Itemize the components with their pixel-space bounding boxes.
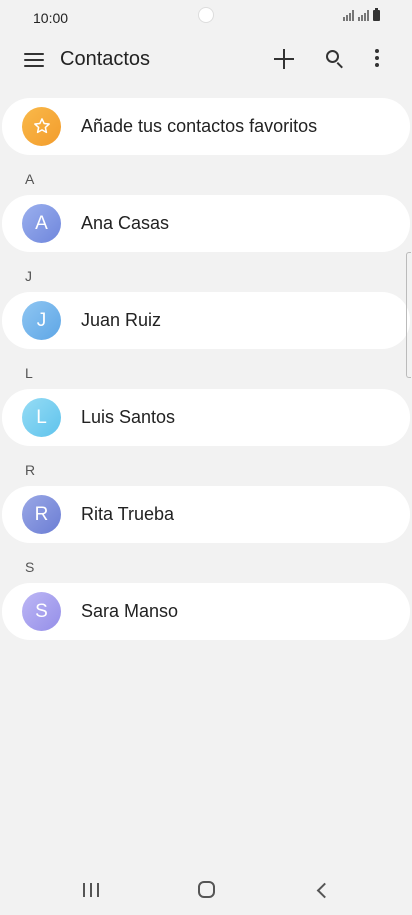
contact-item[interactable]: R Rita Trueba (2, 486, 410, 543)
star-icon (33, 118, 50, 134)
signal-icon-2 (358, 10, 369, 21)
section-header-r: R (25, 462, 36, 478)
navigation-bar (0, 859, 412, 915)
favorites-label: Añade tus contactos favoritos (81, 116, 318, 136)
contact-name: Ana Casas (81, 213, 170, 233)
signal-icon (343, 10, 354, 21)
contact-item[interactable]: J Juan Ruiz (2, 292, 410, 349)
status-icons (343, 8, 380, 21)
contact-avatar: S (22, 592, 61, 631)
contact-avatar: A (22, 204, 61, 243)
section-header-l: L (25, 365, 33, 381)
contact-item[interactable]: S Sara Manso (2, 583, 410, 640)
favorites-avatar (22, 107, 61, 146)
home-icon[interactable] (198, 881, 215, 898)
contact-item[interactable]: A Ana Casas (2, 195, 410, 252)
fast-scroll-handle[interactable] (406, 252, 411, 378)
page-title: Contactos (60, 48, 151, 70)
section-header-s: S (25, 559, 35, 575)
front-camera (199, 8, 213, 22)
add-contact-icon[interactable] (272, 47, 296, 71)
recent-apps-icon[interactable] (83, 883, 99, 897)
contact-name: Rita Trueba (81, 504, 175, 524)
section-header-a: A (25, 171, 35, 187)
search-icon[interactable] (323, 47, 347, 71)
contact-item[interactable]: L Luis Santos (2, 389, 410, 446)
status-bar: 10:00 (0, 0, 412, 36)
contact-name: Luis Santos (81, 407, 176, 427)
contact-avatar: R (22, 495, 61, 534)
contact-avatar: L (22, 398, 61, 437)
contact-avatar: J (22, 301, 61, 340)
more-options-icon[interactable] (365, 49, 389, 71)
app-bar: Contactos (0, 36, 412, 84)
battery-icon (373, 8, 380, 21)
menu-icon[interactable] (22, 50, 46, 70)
contact-name: Juan Ruiz (81, 310, 162, 330)
back-icon[interactable] (316, 884, 328, 896)
contact-name: Sara Manso (81, 601, 179, 621)
status-time: 10:00 (33, 10, 69, 26)
section-header-j: J (25, 268, 32, 284)
favorites-card[interactable]: Añade tus contactos favoritos (2, 98, 410, 155)
